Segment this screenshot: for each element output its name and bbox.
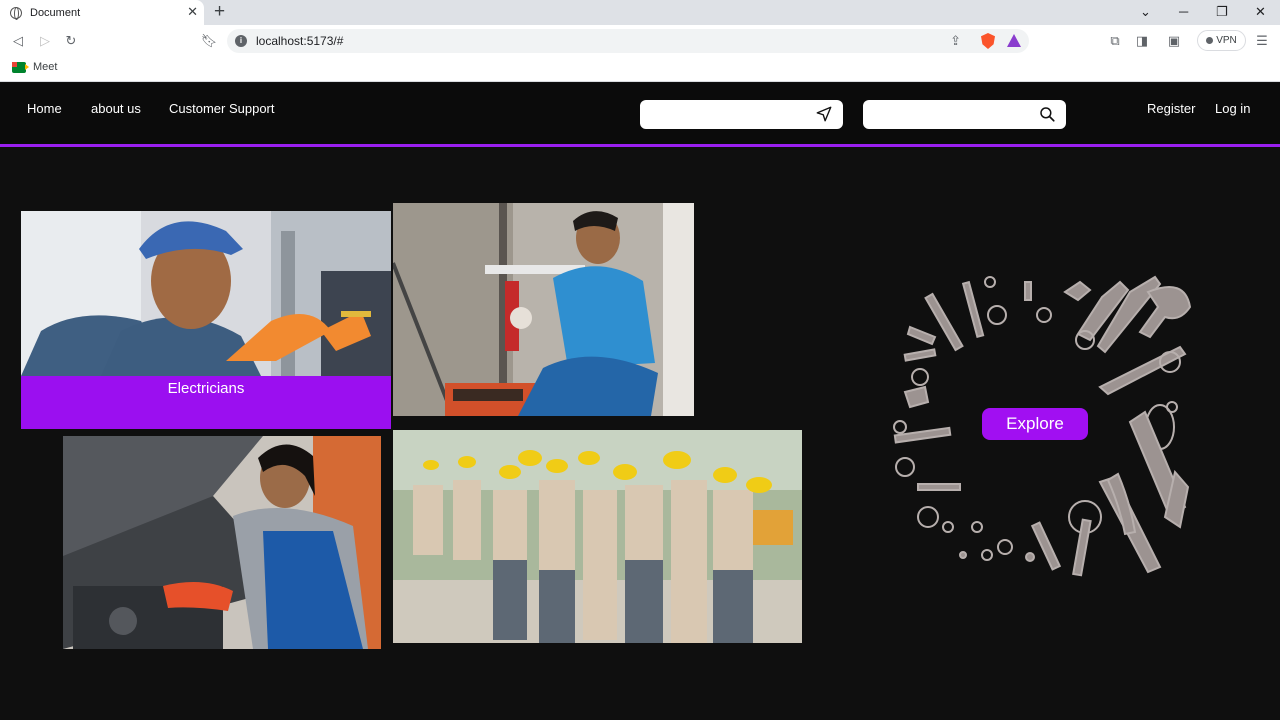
bookmark-label: Meet: [33, 61, 58, 73]
search-input[interactable]: [863, 100, 1066, 129]
reload-icon[interactable]: ↻: [62, 32, 80, 50]
tab-title: Document: [30, 6, 81, 19]
brave-shields-icon[interactable]: [981, 33, 995, 49]
register-link[interactable]: Register: [1147, 101, 1195, 116]
workers-group-image: [393, 430, 802, 643]
electrician-image: [21, 211, 391, 376]
plumber-card[interactable]: [393, 203, 694, 416]
vpn-button[interactable]: VPN: [1197, 30, 1246, 51]
tab-list-chevron-icon[interactable]: ⌄: [1140, 3, 1151, 21]
extensions-icon[interactable]: ⧉: [1107, 33, 1123, 49]
site-navbar: Home about us Customer Support Register …: [0, 83, 1280, 147]
back-icon[interactable]: ◁: [9, 32, 27, 50]
nav-home[interactable]: Home: [27, 101, 62, 116]
mechanic-image: [63, 436, 381, 649]
globe-icon: [10, 6, 22, 20]
mechanic-card[interactable]: [63, 436, 381, 649]
workers-group-card[interactable]: [393, 430, 802, 643]
share-icon[interactable]: ⇪: [950, 33, 961, 49]
bookmark-meet[interactable]: Meet: [12, 61, 57, 73]
google-meet-icon: [12, 61, 29, 73]
vpn-status-icon: [1206, 37, 1214, 44]
forward-icon[interactable]: ▷: [36, 32, 54, 50]
address-bar[interactable]: i localhost:5173/# ⇪: [227, 29, 1029, 53]
bookmarks-bar: Meet: [0, 57, 1280, 82]
nav-about-us[interactable]: about us: [91, 101, 141, 116]
maximize-icon[interactable]: ❐: [1216, 3, 1228, 21]
electricians-caption: Electricians: [21, 376, 391, 429]
search-icon[interactable]: [1038, 105, 1056, 123]
site-info-icon[interactable]: i: [235, 35, 247, 47]
send-location-icon[interactable]: [815, 105, 833, 123]
location-input[interactable]: [640, 100, 843, 129]
close-tab-icon[interactable]: ✕: [187, 5, 198, 19]
brave-rewards-icon[interactable]: [1007, 34, 1021, 47]
login-link[interactable]: Log in: [1215, 101, 1250, 116]
close-window-icon[interactable]: ✕: [1255, 3, 1266, 21]
explore-button[interactable]: Explore: [982, 408, 1088, 440]
browser-toolbar: ◁ ▷ ↻ 🔖︎ i localhost:5173/# ⇪ ⧉ ◨ ▣ VPN …: [0, 25, 1280, 57]
plumber-image: [393, 203, 694, 416]
minimize-icon[interactable]: ─: [1179, 3, 1188, 21]
browser-tab-strip: Document ✕ + ⌄ ─ ❐ ✕: [0, 0, 1280, 25]
nav-customer-support[interactable]: Customer Support: [169, 101, 275, 116]
menu-icon[interactable]: ☰: [1254, 33, 1270, 49]
url-text: localhost:5173/#: [256, 34, 344, 48]
sidebar-icon[interactable]: ◨: [1134, 33, 1150, 49]
electrician-card[interactable]: Electricians: [21, 211, 391, 429]
bookmark-icon[interactable]: 🔖︎: [200, 32, 218, 50]
wallet-icon[interactable]: ▣: [1166, 33, 1182, 49]
new-tab-icon[interactable]: +: [214, 2, 225, 22]
vpn-label: VPN: [1216, 35, 1237, 46]
browser-tab[interactable]: Document ✕: [0, 0, 204, 25]
